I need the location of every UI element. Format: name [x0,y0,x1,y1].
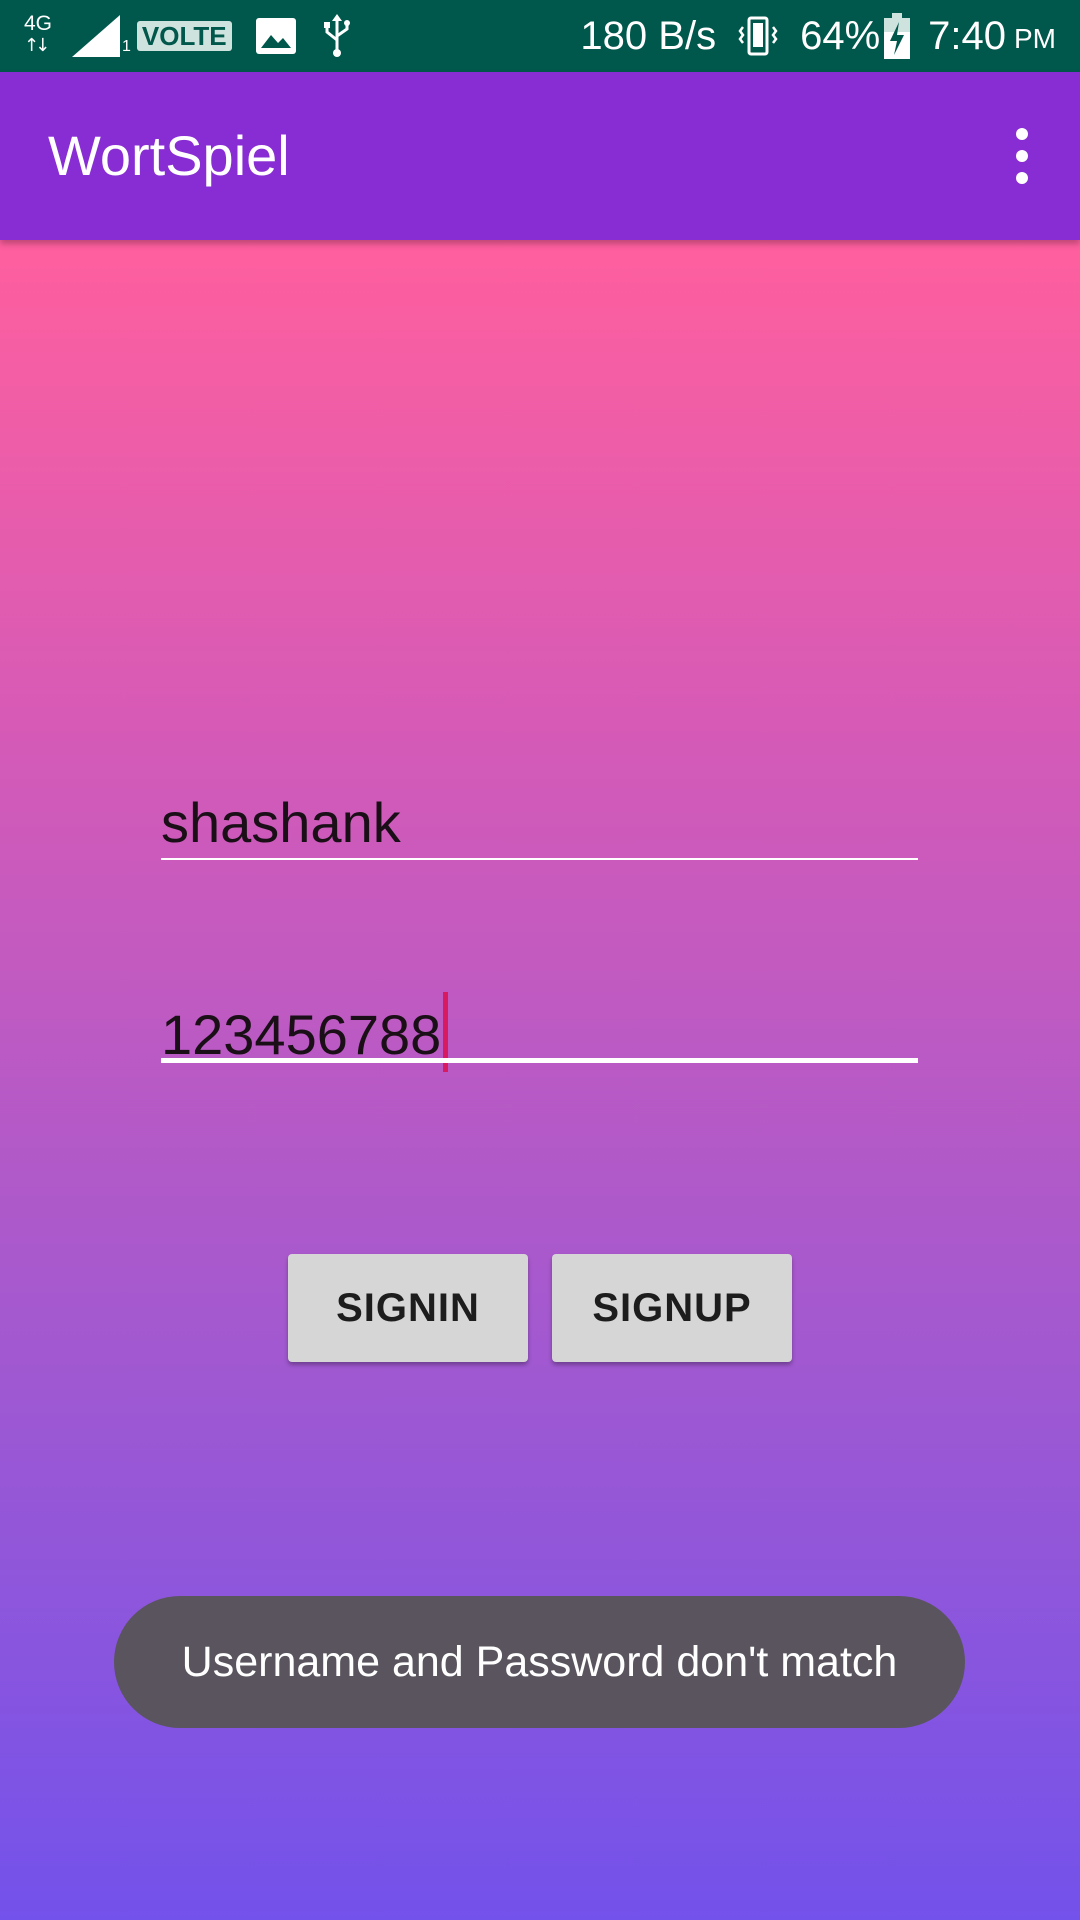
username-field[interactable]: shashank [161,790,918,860]
signup-button[interactable]: SIGNUP [552,1254,792,1362]
app-bar: WortSpiel [0,72,1080,240]
username-input-value: shashank [161,791,401,854]
vibrate-icon [738,16,778,56]
data-speed-label: 180 B/s [580,14,717,58]
status-bar: 4G ↑↓ 1 VOLTE 180 B/s 64% 7:40 PM [0,0,1080,72]
password-input-value: 123456788 [161,1003,442,1066]
network-type-label: 4G [24,12,53,35]
overflow-menu-icon[interactable] [1002,128,1042,184]
status-bar-left: 4G ↑↓ 1 VOLTE [22,0,352,72]
usb-icon [323,14,350,57]
password-underline [161,1058,918,1063]
volte-badge: VOLTE [136,21,232,51]
error-toast: Username and Password don't match [114,1596,965,1728]
clock-time: 7:40 [928,14,1006,58]
battery-charging-icon [884,13,911,59]
app-title: WortSpiel [48,124,290,187]
status-bar-right: 180 B/s 64% 7:40 PM [580,0,1056,72]
network-activity-icon: 4G ↑↓ [24,12,53,57]
sim-slot-label: 1 [122,38,131,55]
signin-button[interactable]: SIGNIN [288,1254,528,1362]
image-notification-icon [255,18,296,54]
password-field[interactable]: 123456788 [161,992,918,1072]
signal-strength-icon [72,15,120,57]
username-underline [161,858,918,860]
clock-ampm: PM [1014,23,1056,54]
login-screen: 4G ↑↓ 1 VOLTE 180 B/s 64% 7:40 PM WortSp… [0,0,1080,1920]
battery-percent-label: 64% [800,14,881,58]
